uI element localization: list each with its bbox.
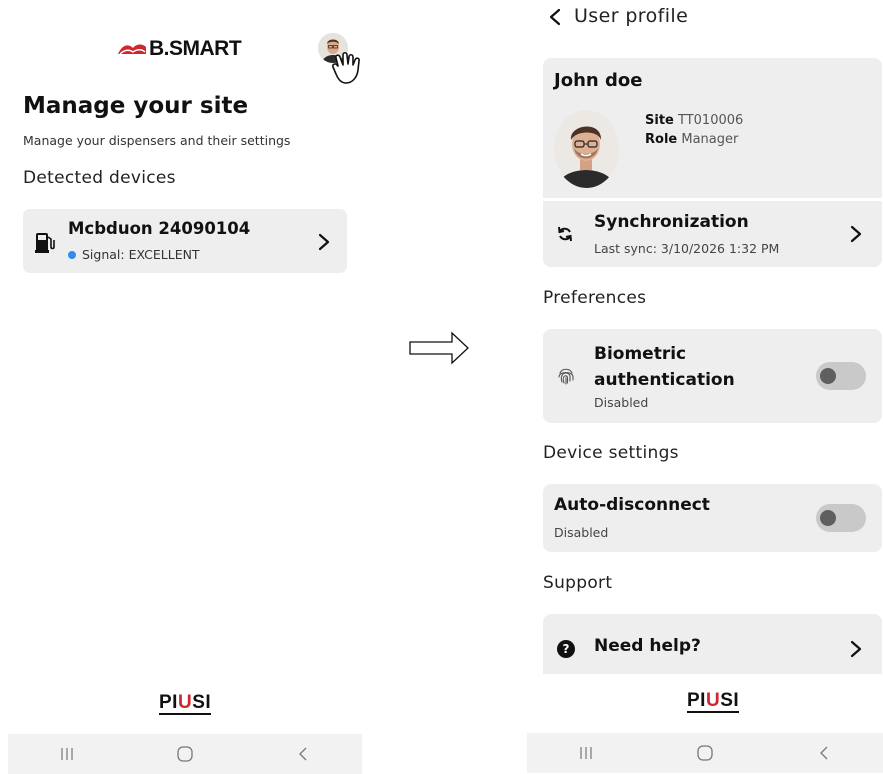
system-nav-bar	[527, 733, 883, 773]
user-profile-screen: User profile John doe Site TT010006 Role…	[527, 0, 883, 774]
user-name: John doe	[554, 70, 643, 91]
toggle-knob	[820, 510, 836, 526]
section-support: Support	[543, 573, 613, 593]
need-help-row[interactable]: ? Need help?	[543, 614, 882, 674]
toggle-knob	[820, 368, 836, 384]
manage-site-screen: B.SMART Manage your site Manage your dis…	[0, 0, 362, 774]
signal-dot-icon	[68, 250, 76, 259]
user-site: Site TT010006	[645, 113, 744, 128]
device-list-item[interactable]: Mcbduon 24090104 Signal: EXCELLENT	[23, 209, 347, 273]
device-signal: Signal: EXCELLENT	[68, 247, 200, 262]
home-icon[interactable]	[690, 738, 720, 768]
question-icon: ?	[557, 640, 575, 658]
user-info-card: John doe Site TT010006 Role Manager	[543, 58, 882, 198]
chevron-right-icon	[850, 640, 862, 658]
page-subtitle: Manage your dispensers and their setting…	[23, 133, 291, 148]
bsmart-logo-mark	[118, 44, 146, 55]
section-preferences: Preferences	[543, 288, 647, 308]
bsmart-logo: B.SMART	[117, 36, 242, 62]
biometric-status: Disabled	[594, 395, 649, 410]
chevron-right-icon	[318, 233, 330, 251]
help-title: Need help?	[594, 636, 701, 656]
recent-apps-icon[interactable]	[52, 739, 82, 769]
piusi-logo: PIUSI	[159, 692, 212, 715]
device-name: Mcbduon 24090104	[68, 219, 251, 238]
auto-disconnect-status: Disabled	[554, 525, 609, 540]
device-signal-text: Signal: EXCELLENT	[82, 247, 200, 262]
fuel-pump-icon	[35, 233, 55, 253]
page-title: Manage your site	[23, 93, 249, 119]
chevron-right-icon	[850, 225, 862, 243]
avatar	[554, 110, 619, 188]
auto-disconnect-toggle[interactable]	[816, 504, 866, 532]
sync-title: Synchronization	[594, 212, 749, 232]
sync-last-time: Last sync: 3/10/2026 1:32 PM	[594, 241, 780, 256]
auto-disconnect-title: Auto-disconnect	[554, 495, 710, 515]
arrow-right-icon	[409, 331, 469, 365]
recent-apps-icon[interactable]	[571, 738, 601, 768]
page-title: User profile	[574, 5, 689, 27]
system-nav-bar	[8, 734, 362, 774]
piusi-logo: PIUSI	[687, 690, 740, 713]
synchronization-row[interactable]: Synchronization Last sync: 3/10/2026 1:3…	[543, 201, 882, 267]
section-device-settings: Device settings	[543, 443, 679, 463]
back-icon[interactable]	[288, 739, 318, 769]
back-icon[interactable]	[809, 738, 839, 768]
auto-disconnect-setting-row: Auto-disconnect Disabled	[543, 484, 882, 552]
biometric-setting-row: Biometric authentication Disabled	[543, 329, 882, 423]
bsmart-logo-text: B.SMART	[149, 37, 242, 60]
chevron-left-icon[interactable]	[548, 8, 562, 26]
home-icon[interactable]	[170, 739, 200, 769]
biometric-title: Biometric authentication	[594, 344, 735, 390]
fingerprint-icon	[558, 368, 574, 385]
pointing-hand-icon	[332, 51, 360, 84]
biometric-toggle[interactable]	[816, 362, 866, 390]
user-role: Role Manager	[645, 132, 739, 147]
sync-icon	[558, 226, 572, 242]
section-detected-devices: Detected devices	[23, 168, 176, 188]
